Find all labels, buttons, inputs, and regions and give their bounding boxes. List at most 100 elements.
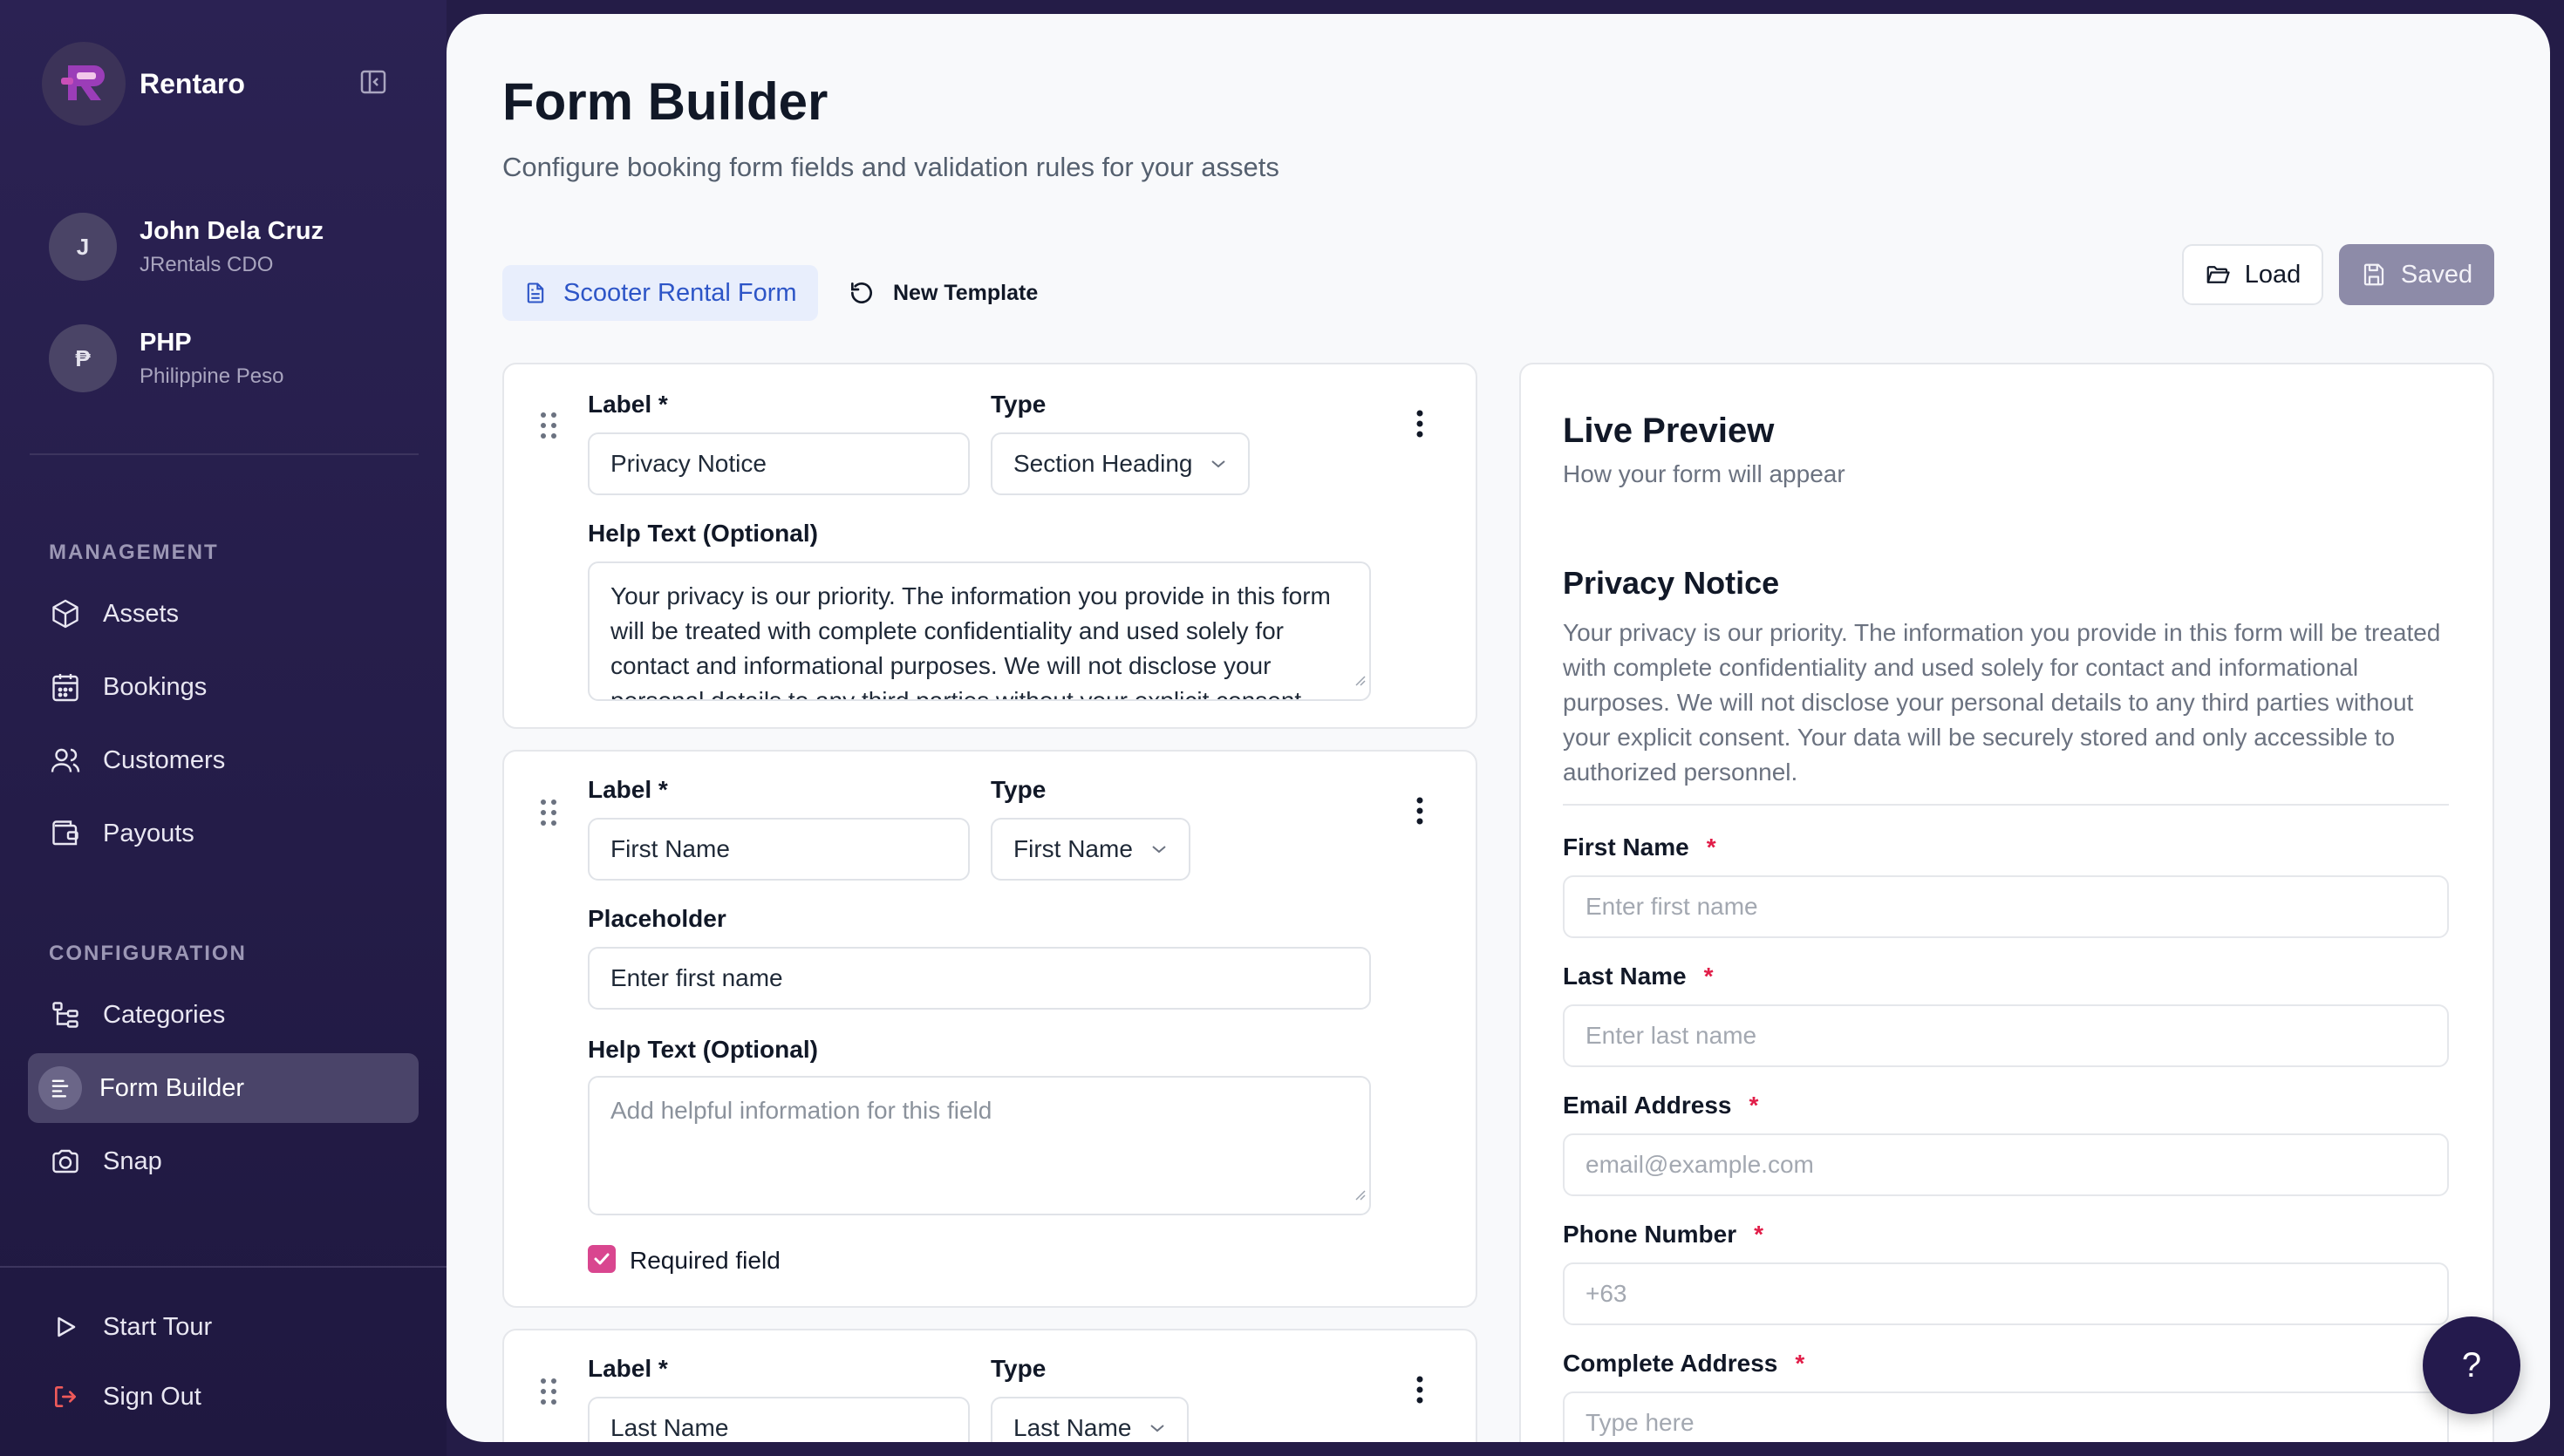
load-label: Load xyxy=(2244,260,2301,289)
divider xyxy=(30,453,419,455)
main-panel: Form Builder Configure booking form fiel… xyxy=(447,14,2550,1442)
help-text-textarea[interactable]: Add helpful information for this field xyxy=(588,1076,1371,1215)
brand[interactable]: Rentaro xyxy=(42,42,245,126)
type-caption: Type xyxy=(991,391,1047,418)
field-label-text: Email Address xyxy=(1563,1092,1732,1119)
sidebar-item-label: Sign Out xyxy=(103,1382,201,1411)
type-select[interactable]: Last Name xyxy=(991,1397,1190,1442)
type-select[interactable]: Section Heading xyxy=(991,432,1251,495)
drag-handle-icon[interactable] xyxy=(539,1376,558,1407)
preview-field-label: First Name * xyxy=(1563,833,1716,861)
sidebar-item-payouts[interactable]: Payouts xyxy=(28,799,419,868)
document-icon xyxy=(523,281,548,305)
label-input[interactable]: Privacy Notice xyxy=(588,432,970,495)
preview-phone-input[interactable]: +63 xyxy=(1563,1262,2449,1325)
chevron-down-icon xyxy=(1149,1423,1166,1433)
required-asterisk: * xyxy=(1703,963,1714,990)
field-card: Label * Privacy Notice Type Section Head… xyxy=(502,363,1477,729)
tab-label: Scooter Rental Form xyxy=(563,278,797,307)
page-subtitle: Configure booking form fields and valida… xyxy=(502,152,1279,182)
sign-out-button[interactable]: Sign Out xyxy=(28,1362,419,1432)
load-button[interactable]: Load xyxy=(2182,244,2323,305)
type-select-value: Last Name xyxy=(1013,1414,1132,1441)
placeholder-caption: Placeholder xyxy=(588,905,726,932)
drag-handle-icon[interactable] xyxy=(539,410,558,441)
box-icon xyxy=(49,597,82,630)
preview-last-name-input[interactable]: Enter last name xyxy=(1563,1004,2449,1067)
field-label-text: First Name xyxy=(1563,833,1689,861)
collapse-sidebar-icon[interactable] xyxy=(359,68,391,99)
sidebar-item-assets[interactable]: Assets xyxy=(28,579,419,649)
wallet-icon xyxy=(49,817,82,850)
sidebar-item-snap[interactable]: Snap xyxy=(28,1126,419,1196)
required-label: Required field xyxy=(630,1247,781,1274)
save-icon xyxy=(2361,262,2387,288)
user-profile[interactable]: J John Dela Cruz JRentals CDO xyxy=(49,213,324,281)
sidebar-item-customers[interactable]: Customers xyxy=(28,725,419,795)
peso-icon: ₱ xyxy=(49,324,117,392)
sign-out-icon xyxy=(49,1380,82,1413)
user-name: John Dela Cruz xyxy=(140,216,324,245)
management-section-label: MANAGEMENT xyxy=(49,541,219,564)
tree-icon xyxy=(49,998,82,1031)
preview-first-name-input[interactable]: Enter first name xyxy=(1563,875,2449,938)
sidebar: Rentaro J John Dela Cruz JRentals CDO ₱ … xyxy=(0,0,447,1456)
sidebar-item-categories[interactable]: Categories xyxy=(28,980,419,1050)
field-card: Label * Last Name Type Last Name xyxy=(502,1329,1477,1442)
resize-handle-icon[interactable] xyxy=(1354,1175,1366,1210)
help-text-placeholder: Add helpful information for this field xyxy=(610,1097,992,1124)
label-caption: Label * xyxy=(588,391,668,418)
label-caption: Label * xyxy=(588,1355,668,1382)
label-input[interactable]: First Name xyxy=(588,818,970,881)
sidebar-item-bookings[interactable]: Bookings xyxy=(28,652,419,722)
required-asterisk: * xyxy=(1795,1350,1805,1377)
help-text-textarea[interactable]: Your privacy is our priority. The inform… xyxy=(588,561,1371,701)
new-template-button[interactable]: New Template xyxy=(848,265,1038,321)
page-title: Form Builder xyxy=(502,72,829,131)
required-asterisk: * xyxy=(1706,833,1716,861)
sidebar-item-label: Start Tour xyxy=(103,1312,213,1341)
start-tour-button[interactable]: Start Tour xyxy=(28,1292,419,1362)
type-caption: Type xyxy=(991,776,1047,803)
live-preview-panel: Live Preview How your form will appear P… xyxy=(1519,363,2494,1442)
sidebar-item-form-builder[interactable]: Form Builder xyxy=(28,1053,419,1123)
preview-field-label: Phone Number * xyxy=(1563,1221,1763,1248)
preview-address-input[interactable]: Type here xyxy=(1563,1391,2449,1442)
sidebar-item-label: Payouts xyxy=(103,819,194,847)
type-caption: Type xyxy=(991,1355,1047,1382)
preview-section-heading: Privacy Notice xyxy=(1563,565,1780,601)
folder-open-icon xyxy=(2205,262,2231,288)
help-text-caption: Help Text (Optional) xyxy=(588,1036,818,1063)
new-template-label: New Template xyxy=(893,280,1039,305)
field-label-text: Phone Number xyxy=(1563,1221,1737,1248)
refresh-icon xyxy=(848,279,876,307)
label-input[interactable]: Last Name xyxy=(588,1397,970,1442)
calendar-icon xyxy=(49,670,82,704)
sidebar-item-label: Form Builder xyxy=(99,1073,244,1102)
saved-button[interactable]: Saved xyxy=(2339,244,2494,305)
drag-handle-icon[interactable] xyxy=(539,797,558,828)
placeholder-input[interactable]: Enter first name xyxy=(588,947,1371,1010)
form-icon xyxy=(38,1066,82,1110)
field-label-text: Last Name xyxy=(1563,963,1687,990)
preview-email-input[interactable]: email@example.com xyxy=(1563,1133,2449,1196)
rentaro-logo-icon xyxy=(42,42,126,126)
currency-name: Philippine Peso xyxy=(140,364,284,388)
avatar: J xyxy=(49,213,117,281)
tab-scooter-rental-form[interactable]: Scooter Rental Form xyxy=(502,265,818,321)
field-label-text: Complete Address xyxy=(1563,1350,1778,1377)
play-icon xyxy=(49,1310,82,1344)
more-options-icon[interactable] xyxy=(1415,408,1425,439)
type-select-value: Section Heading xyxy=(1013,450,1193,477)
help-text-caption: Help Text (Optional) xyxy=(588,520,818,547)
resize-handle-icon[interactable] xyxy=(1354,661,1366,696)
required-asterisk: * xyxy=(1749,1092,1759,1119)
configuration-section-label: CONFIGURATION xyxy=(49,942,247,965)
currency-selector[interactable]: ₱ PHP Philippine Peso xyxy=(49,324,283,392)
currency-code: PHP xyxy=(140,328,192,357)
required-checkbox[interactable] xyxy=(588,1245,616,1273)
more-options-icon[interactable] xyxy=(1415,795,1425,827)
type-select[interactable]: First Name xyxy=(991,818,1190,881)
help-button[interactable]: ? xyxy=(2423,1317,2520,1414)
more-options-icon[interactable] xyxy=(1415,1374,1425,1405)
